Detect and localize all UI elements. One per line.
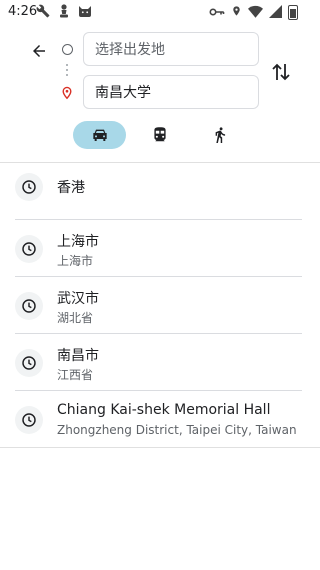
travel-mode-tabs [0, 121, 320, 151]
wifi-icon [248, 3, 263, 22]
swap-button[interactable] [270, 60, 292, 84]
wrench-icon [36, 3, 50, 22]
history-item[interactable]: 香港 [0, 163, 320, 220]
origin-circle-icon [62, 44, 73, 55]
arrow-back-icon [33, 45, 45, 57]
history-item-title: 南昌市 [57, 348, 99, 364]
history-item[interactable]: 武汉市 湖北省 [0, 277, 320, 334]
history-item[interactable]: Chiang Kai-shek Memorial Hall Zhongzheng… [0, 391, 320, 448]
mode-walk-tab[interactable] [210, 121, 230, 149]
status-right-icons [209, 4, 298, 20]
history-clock-icon [15, 406, 43, 434]
android-cat-icon [78, 3, 92, 22]
history-clock-icon [15, 235, 43, 263]
status-bar: 4:26 [0, 0, 320, 24]
history-item-subtitle: 湖北省 [57, 311, 94, 325]
swap-vert-icon [272, 63, 290, 81]
history-item-subtitle: 江西省 [57, 368, 94, 382]
history-item-title: Chiang Kai-shek Memorial Hall [57, 402, 271, 418]
battery-icon [288, 4, 298, 20]
route-dots-icon [66, 64, 68, 79]
history-item-subtitle: 上海市 [57, 254, 94, 268]
signal-icon [269, 3, 282, 22]
car-icon [92, 129, 107, 141]
key-icon [209, 3, 225, 22]
status-time: 4:26 [8, 4, 38, 19]
history-item-title: 武汉市 [57, 291, 99, 307]
walk-icon [215, 127, 226, 143]
transit-icon [154, 127, 166, 142]
history-clock-icon [15, 292, 43, 320]
list-divider [0, 447, 320, 448]
history-item[interactable]: 南昌市 江西省 [0, 334, 320, 391]
chess-pawn-icon [58, 3, 70, 22]
status-left-icons [36, 3, 92, 22]
destination-input-value: 南昌大学 [95, 85, 151, 101]
destination-pin-icon [60, 85, 74, 105]
history-item[interactable]: 上海市 上海市 [0, 220, 320, 277]
history-clock-icon [15, 173, 43, 201]
history-item-title: 上海市 [57, 234, 99, 250]
origin-input[interactable]: 选择出发地 [83, 32, 259, 66]
history-clock-icon [15, 349, 43, 377]
destination-input[interactable]: 南昌大学 [83, 75, 259, 109]
origin-input-placeholder: 选择出发地 [95, 42, 165, 58]
history-item-subtitle: Zhongzheng District, Taipei City, Taiwan [57, 423, 297, 437]
back-button[interactable] [28, 40, 50, 62]
mode-drive-tab[interactable] [73, 121, 126, 149]
location-icon [231, 3, 242, 22]
mode-transit-tab[interactable] [150, 121, 170, 149]
history-item-title: 香港 [57, 180, 85, 196]
history-list: 香港 上海市 上海市 武汉市 湖北省 南昌市 江西省 Chiang Kai-sh… [0, 163, 320, 448]
